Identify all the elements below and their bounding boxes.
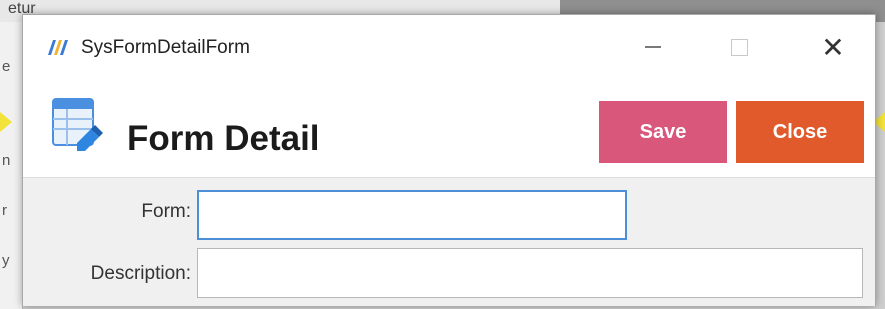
background-edge-letter: e	[2, 58, 11, 75]
background-edge-letter: r	[2, 202, 7, 219]
form-detail-dialog: SysFormDetailForm ✕ Form Detail Save Clo…	[22, 14, 876, 306]
background-side-strip: e n r y	[0, 22, 23, 309]
window-title: SysFormDetailForm	[81, 37, 250, 58]
save-button[interactable]: Save	[599, 101, 727, 163]
form-input[interactable]	[197, 190, 627, 240]
app-logo-icon	[48, 40, 68, 55]
close-button[interactable]: Close	[736, 101, 864, 163]
description-field-label: Description:	[90, 263, 191, 284]
form-table-icon	[52, 98, 103, 151]
maximize-icon	[730, 38, 748, 56]
form-field-label: Form:	[141, 201, 191, 222]
minimize-button[interactable]	[627, 27, 679, 67]
description-input[interactable]	[197, 248, 863, 298]
title-bar[interactable]: SysFormDetailForm ✕	[23, 15, 875, 73]
yellow-marker-left	[0, 112, 12, 132]
background-edge-letter: n	[2, 152, 11, 169]
background-edge-letter: y	[2, 252, 10, 269]
minimize-icon	[645, 46, 661, 48]
close-icon: ✕	[821, 31, 845, 63]
page-title: Form Detail	[127, 119, 320, 158]
form-fields-panel: Form: Description:	[23, 177, 875, 306]
maximize-button[interactable]	[713, 27, 765, 67]
form-header: Form Detail Save Close	[23, 73, 875, 177]
window-close-button[interactable]: ✕	[807, 27, 859, 67]
